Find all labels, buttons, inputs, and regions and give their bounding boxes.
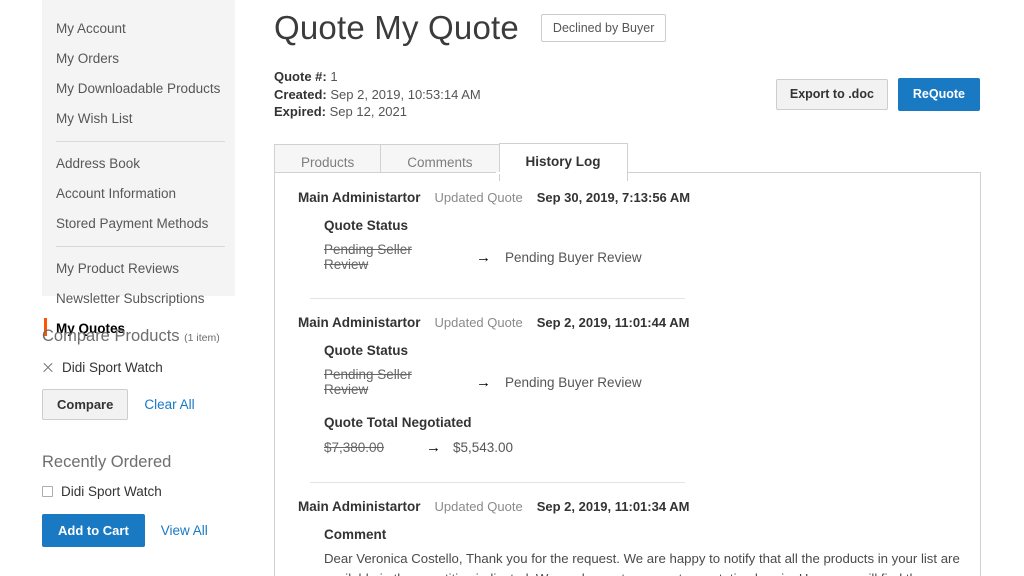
status-old-value: Pending Seller Review xyxy=(324,242,412,272)
compare-products-block: Compare Products (1 item) Didi Sport Wat… xyxy=(42,326,252,420)
sidebar-item-my-account[interactable]: My Account xyxy=(42,14,235,44)
sidebar-item-label: My Wish List xyxy=(56,111,133,126)
recently-ordered-product-name: Didi Sport Watch xyxy=(61,484,162,499)
sidebar-item-my-wish-list[interactable]: My Wish List xyxy=(42,104,235,134)
quote-main-content: Quote My Quote Declined by Buyer Quote #… xyxy=(272,0,1024,576)
quote-number-label: Quote #: xyxy=(274,69,327,84)
total-new-value: $5,543.00 xyxy=(453,440,514,455)
history-entry: Main Administartor Updated Quote Sep 2, … xyxy=(298,315,957,478)
quote-created-value: Sep 2, 2019, 10:53:14 AM xyxy=(330,86,481,102)
history-log-list: Main Administartor Updated Quote Sep 30,… xyxy=(274,172,981,576)
remove-icon[interactable] xyxy=(42,362,53,373)
history-separator xyxy=(310,298,685,299)
account-nav-list: My Account My Orders My Downloadable Pro… xyxy=(42,0,235,344)
compare-products-title: Compare Products (1 item) xyxy=(42,327,220,345)
quote-number-value: 1 xyxy=(330,69,338,84)
arrow-right-icon: → xyxy=(476,373,491,391)
history-timestamp: Sep 30, 2019, 7:13:56 AM xyxy=(536,190,691,205)
sidebar-item-label: Account Information xyxy=(56,186,177,201)
history-entry-header: Main Administartor Updated Quote Sep 2, … xyxy=(298,315,957,330)
sidebar-item-my-downloadable-products[interactable]: My Downloadable Products xyxy=(42,74,235,104)
quote-status-change: Pending Seller Review → Pending Buyer Re… xyxy=(324,242,957,272)
sidebar-item-label: My Orders xyxy=(56,51,120,66)
recently-ordered-item: Didi Sport Watch xyxy=(42,484,252,499)
quote-status-label: Quote Status xyxy=(324,343,409,358)
recently-ordered-block: Recently Ordered Didi Sport Watch Add to… xyxy=(42,452,252,547)
history-action: Updated Quote xyxy=(434,315,523,330)
add-to-cart-button[interactable]: Add to Cart xyxy=(42,514,145,547)
compare-products-count: (1 item) xyxy=(184,332,220,344)
sidebar-item-newsletter-subscriptions[interactable]: Newsletter Subscriptions xyxy=(42,284,235,314)
quote-total-change: $7,380.00 → $5,543.00 xyxy=(324,439,957,456)
history-action: Updated Quote xyxy=(434,190,523,205)
comment-text: Dear Veronica Costello, Thank you for th… xyxy=(324,551,960,576)
history-entry-header: Main Administartor Updated Quote Sep 30,… xyxy=(298,190,957,205)
sidebar-item-stored-payment-methods[interactable]: Stored Payment Methods xyxy=(42,209,235,239)
product-checkbox[interactable] xyxy=(42,486,53,497)
page-title-row: Quote My Quote Declined by Buyer xyxy=(272,0,1024,50)
nav-group-settings: Address Book Account Information Stored … xyxy=(42,149,235,239)
status-new-value: Pending Buyer Review xyxy=(505,249,642,265)
sidebar-item-label: My Downloadable Products xyxy=(56,81,221,96)
export-to-doc-button[interactable]: Export to .doc xyxy=(775,79,888,110)
page-title: Quote My Quote xyxy=(274,9,519,46)
status-badge: Declined by Buyer xyxy=(540,14,667,42)
arrow-right-icon: → xyxy=(476,248,491,266)
sidebar-item-label: Stored Payment Methods xyxy=(56,216,209,231)
sidebar-item-label: Newsletter Subscriptions xyxy=(56,291,205,306)
history-entry-body: Quote Status Pending Seller Review → Pen… xyxy=(298,218,957,272)
quote-actions: Export to .doc ReQuote xyxy=(775,78,980,111)
compare-actions: Compare Clear All xyxy=(42,389,252,420)
history-entry-body: Quote Status Pending Seller Review → Pen… xyxy=(298,343,957,456)
history-entry: Main Administartor Updated Quote Sep 30,… xyxy=(298,190,957,294)
sidebar-item-label: Address Book xyxy=(56,156,141,171)
status-old-value: Pending Seller Review xyxy=(324,367,412,397)
view-all-link[interactable]: View All xyxy=(161,523,208,538)
quote-status-label: Quote Status xyxy=(324,218,409,233)
arrow-right-icon: → xyxy=(426,439,441,456)
compare-product-row: Didi Sport Watch xyxy=(42,360,252,375)
history-entry-body: Comment Dear Veronica Costello, Thank yo… xyxy=(298,527,960,576)
quote-created-label: Created: xyxy=(274,86,327,102)
quote-status-change: Pending Seller Review → Pending Buyer Re… xyxy=(324,367,957,397)
compare-product-name: Didi Sport Watch xyxy=(62,360,163,375)
history-user: Main Administartor xyxy=(298,190,421,205)
recently-ordered-actions: Add to Cart View All xyxy=(42,514,252,547)
compare-button[interactable]: Compare xyxy=(42,389,129,420)
history-timestamp: Sep 2, 2019, 11:01:34 AM xyxy=(536,499,690,514)
quote-total-negotiated-label: Quote Total Negotiated xyxy=(324,415,472,430)
requote-button[interactable]: ReQuote xyxy=(897,78,980,111)
sidebar-item-label: My Product Reviews xyxy=(56,261,180,276)
status-new-value: Pending Buyer Review xyxy=(505,374,642,390)
nav-divider xyxy=(56,246,225,247)
history-timestamp: Sep 2, 2019, 11:01:44 AM xyxy=(536,315,690,330)
history-separator xyxy=(310,482,685,483)
history-entry-header: Main Administartor Updated Quote Sep 2, … xyxy=(298,499,957,514)
quote-detail-page: My Account My Orders My Downloadable Pro… xyxy=(0,0,1024,576)
account-sidebar: My Account My Orders My Downloadable Pro… xyxy=(0,0,272,576)
nav-group-account: My Account My Orders My Downloadable Pro… xyxy=(42,14,235,134)
sidebar-item-address-book[interactable]: Address Book xyxy=(42,149,235,179)
sidebar-item-my-orders[interactable]: My Orders xyxy=(42,44,235,74)
history-user: Main Administartor xyxy=(298,499,421,514)
sidebar-item-account-information[interactable]: Account Information xyxy=(42,179,235,209)
recently-ordered-title: Recently Ordered xyxy=(42,453,172,471)
nav-divider xyxy=(56,141,225,142)
sidebar-item-label: My Account xyxy=(56,21,126,36)
total-old-value: $7,380.00 xyxy=(324,440,385,455)
quote-expired-value: Sep 12, 2021 xyxy=(329,104,407,119)
comment-label: Comment xyxy=(324,527,387,542)
quote-expired-label: Expired: xyxy=(274,104,327,119)
clear-all-link[interactable]: Clear All xyxy=(144,397,194,412)
history-entry: Main Administartor Updated Quote Sep 2, … xyxy=(298,499,960,576)
history-user: Main Administartor xyxy=(298,315,421,330)
history-action: Updated Quote xyxy=(434,499,523,514)
sidebar-item-my-product-reviews[interactable]: My Product Reviews xyxy=(42,254,235,284)
